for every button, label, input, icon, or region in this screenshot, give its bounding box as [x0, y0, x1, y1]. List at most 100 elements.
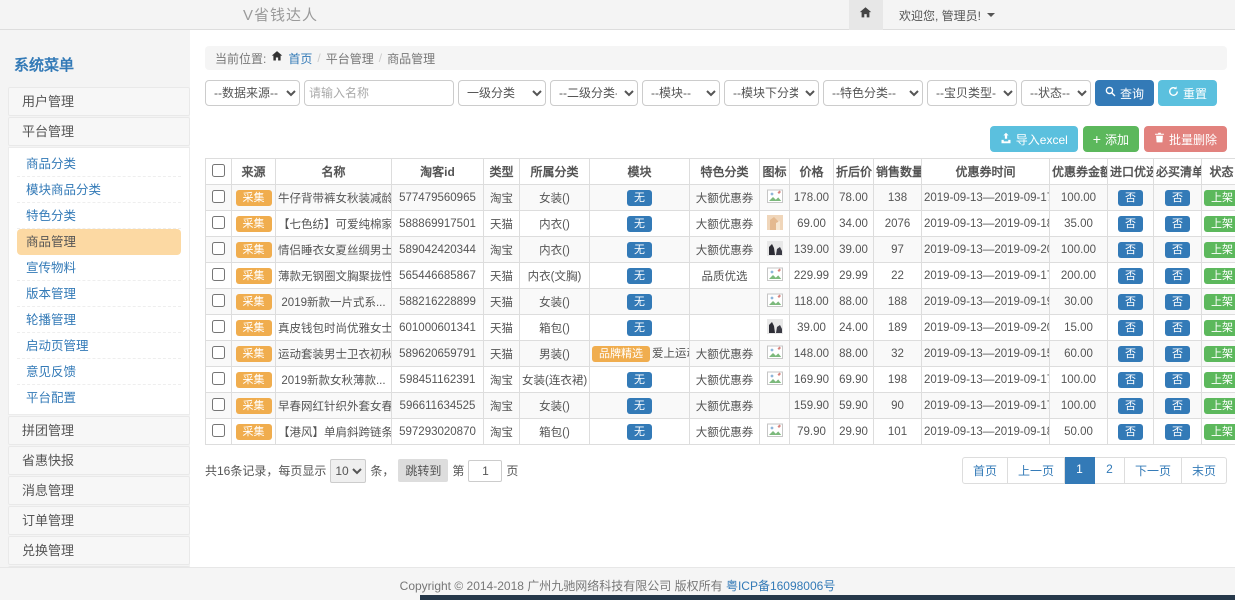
status-toggle[interactable]: 上架	[1204, 320, 1235, 336]
row-checkbox[interactable]	[212, 268, 225, 281]
name-cell[interactable]: 运动套装男士卫衣初秋...	[276, 341, 392, 367]
module-badge[interactable]: 品牌精选	[592, 346, 650, 362]
page-button-首页[interactable]: 首页	[962, 457, 1008, 484]
page-button-2[interactable]: 2	[1095, 457, 1125, 484]
sidebar-subitem-5[interactable]: 版本管理	[17, 281, 181, 307]
name-cell[interactable]: 早春网红针织外套女春...	[276, 393, 392, 419]
module-badge[interactable]: 无	[627, 372, 652, 388]
filter-select-item-type[interactable]: --宝贝类型--	[927, 80, 1017, 106]
status-toggle[interactable]: 上架	[1204, 242, 1235, 258]
sidebar-item-bottom-2[interactable]: 消息管理	[8, 476, 190, 505]
batch-delete-button[interactable]: 批量删除	[1144, 126, 1227, 152]
sidebar-subitem-0[interactable]: 商品分类	[17, 151, 181, 177]
must-buy-toggle[interactable]: 否	[1165, 216, 1190, 232]
sidebar-subitem-3[interactable]: 商品管理	[17, 229, 181, 255]
module-badge[interactable]: 无	[627, 398, 652, 414]
page-button-1[interactable]: 1	[1065, 457, 1095, 484]
name-cell[interactable]: 薄款无钢圈文胸聚拢性...	[276, 263, 392, 289]
module-badge[interactable]: 无	[627, 190, 652, 206]
import-select-toggle[interactable]: 否	[1118, 398, 1143, 414]
module-badge[interactable]: 无	[627, 320, 652, 336]
filter-select-source[interactable]: --数据来源--	[205, 80, 300, 106]
page-button-上一页[interactable]: 上一页	[1008, 457, 1065, 484]
module-badge[interactable]: 无	[627, 294, 652, 310]
sidebar-item-bottom-1[interactable]: 省惠快报	[8, 446, 190, 475]
select-all-checkbox[interactable]	[212, 164, 225, 177]
sidebar-subitem-9[interactable]: 平台配置	[17, 385, 181, 411]
jump-button[interactable]: 跳转到	[398, 459, 448, 482]
must-buy-toggle[interactable]: 否	[1165, 190, 1190, 206]
status-toggle[interactable]: 上架	[1204, 372, 1235, 388]
status-toggle[interactable]: 上架	[1204, 294, 1235, 310]
import-select-toggle[interactable]: 否	[1118, 242, 1143, 258]
name-cell[interactable]: 2019新款一片式系...	[276, 289, 392, 315]
filter-select-level2-category[interactable]: --二级分类--	[550, 80, 638, 106]
must-buy-toggle[interactable]: 否	[1165, 424, 1190, 440]
filter-select-module[interactable]: --模块--	[642, 80, 720, 106]
row-checkbox[interactable]	[212, 424, 225, 437]
status-toggle[interactable]: 上架	[1204, 216, 1235, 232]
name-cell[interactable]: 真皮钱包时尚优雅女士...	[276, 315, 392, 341]
import-select-toggle[interactable]: 否	[1118, 372, 1143, 388]
search-button[interactable]: 查询	[1095, 80, 1154, 106]
import-select-toggle[interactable]: 否	[1118, 268, 1143, 284]
row-checkbox[interactable]	[212, 190, 225, 203]
filter-select-level1-category[interactable]: 一级分类	[458, 80, 546, 106]
page-button-下一页[interactable]: 下一页	[1125, 457, 1182, 484]
page-button-末页[interactable]: 末页	[1182, 457, 1227, 484]
must-buy-toggle[interactable]: 否	[1165, 242, 1190, 258]
filter-name-input[interactable]	[304, 80, 454, 106]
status-toggle[interactable]: 上架	[1204, 268, 1235, 284]
module-badge[interactable]: 无	[627, 242, 652, 258]
import-select-toggle[interactable]: 否	[1118, 424, 1143, 440]
row-checkbox[interactable]	[212, 372, 225, 385]
module-badge[interactable]: 无	[627, 216, 652, 232]
sidebar-subitem-6[interactable]: 轮播管理	[17, 307, 181, 333]
module-badge[interactable]: 无	[627, 424, 652, 440]
sidebar-subitem-8[interactable]: 意见反馈	[17, 359, 181, 385]
must-buy-toggle[interactable]: 否	[1165, 294, 1190, 310]
sidebar-item-bottom-4[interactable]: 兑换管理	[8, 536, 190, 565]
sidebar-subitem-1[interactable]: 模块商品分类	[17, 177, 181, 203]
must-buy-toggle[interactable]: 否	[1165, 398, 1190, 414]
module-badge[interactable]: 无	[627, 268, 652, 284]
reset-button[interactable]: 重置	[1158, 80, 1217, 106]
must-buy-toggle[interactable]: 否	[1165, 268, 1190, 284]
must-buy-toggle[interactable]: 否	[1165, 346, 1190, 362]
status-toggle[interactable]: 上架	[1204, 398, 1235, 414]
name-cell[interactable]: 牛仔背带裤女秋装减龄...	[276, 185, 392, 211]
home-button[interactable]	[849, 0, 883, 30]
sidebar-item-bottom-3[interactable]: 订单管理	[8, 506, 190, 535]
filter-select-feature-category[interactable]: --特色分类--	[823, 80, 923, 106]
sidebar-item-1[interactable]: 平台管理	[8, 117, 190, 146]
name-cell[interactable]: 情侣睡衣女夏丝绸男士...	[276, 237, 392, 263]
filter-select-module-subcategory[interactable]: --模块下分类--	[724, 80, 819, 106]
sidebar-subitem-4[interactable]: 宣传物料	[17, 255, 181, 281]
must-buy-toggle[interactable]: 否	[1165, 372, 1190, 388]
sidebar-item-0[interactable]: 用户管理	[8, 87, 190, 116]
icp-link[interactable]: 粤ICP备16098006号	[726, 579, 835, 593]
name-cell[interactable]: 2019新款女秋薄款...	[276, 367, 392, 393]
row-checkbox[interactable]	[212, 242, 225, 255]
name-cell[interactable]: 【港风】单肩斜跨链条...	[276, 419, 392, 445]
row-checkbox[interactable]	[212, 216, 225, 229]
import-select-toggle[interactable]: 否	[1118, 294, 1143, 310]
status-toggle[interactable]: 上架	[1204, 346, 1235, 362]
row-checkbox[interactable]	[212, 294, 225, 307]
filter-select-status[interactable]: --状态--	[1021, 80, 1091, 106]
import-select-toggle[interactable]: 否	[1118, 346, 1143, 362]
must-buy-toggle[interactable]: 否	[1165, 320, 1190, 336]
add-button[interactable]: + 添加	[1083, 126, 1139, 152]
row-checkbox[interactable]	[212, 320, 225, 333]
import-select-toggle[interactable]: 否	[1118, 190, 1143, 206]
breadcrumb-home-link[interactable]: 首页	[288, 50, 312, 67]
per-page-select[interactable]: 10	[330, 459, 366, 483]
row-checkbox[interactable]	[212, 398, 225, 411]
status-toggle[interactable]: 上架	[1204, 190, 1235, 206]
name-cell[interactable]: 【七色纺】可爱纯棉家...	[276, 211, 392, 237]
sidebar-subitem-2[interactable]: 特色分类	[17, 203, 181, 229]
sidebar-subitem-7[interactable]: 启动页管理	[17, 333, 181, 359]
page-number-input[interactable]	[468, 460, 502, 482]
import-select-toggle[interactable]: 否	[1118, 320, 1143, 336]
sidebar-item-bottom-0[interactable]: 拼团管理	[8, 416, 190, 445]
